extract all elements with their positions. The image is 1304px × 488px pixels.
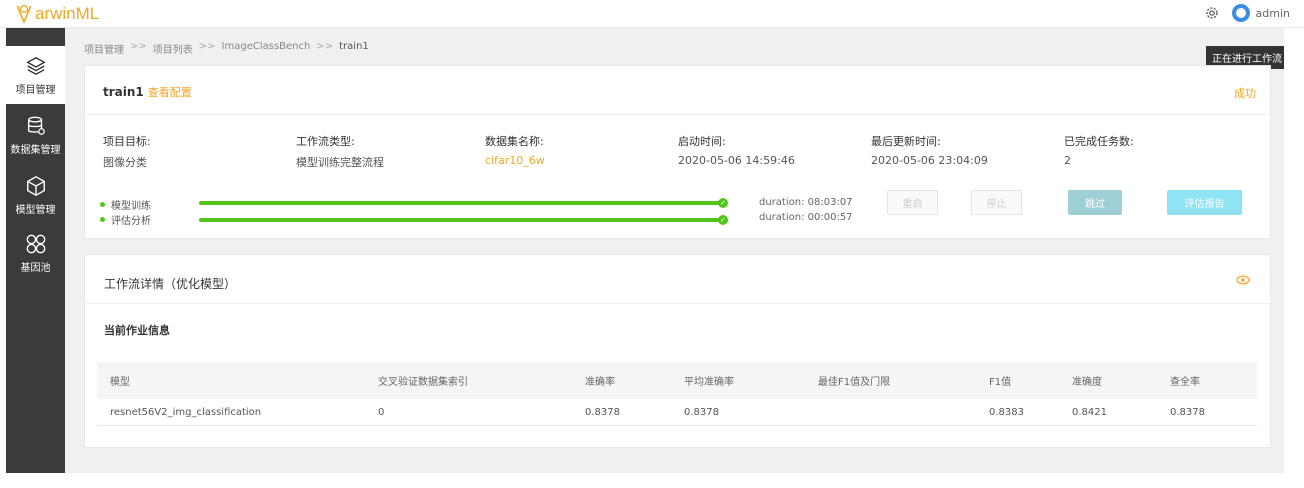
top-bar: arwinML admin bbox=[0, 0, 1304, 28]
divider bbox=[85, 114, 1270, 115]
username[interactable]: admin bbox=[1256, 7, 1290, 20]
progress-bar bbox=[199, 218, 722, 222]
field-label: 数据集名称: bbox=[485, 135, 544, 148]
sidebar-item-label: 模型管理 bbox=[15, 204, 56, 216]
workflow-details-card: 工作流详情（优化模型） 当前作业信息 模型 交叉验证数据集索引 准确率 平均准确… bbox=[84, 254, 1271, 448]
check-icon: ✓ bbox=[718, 215, 728, 225]
sidebar: 项目管理 数据集管理 模型管理 基因池 bbox=[6, 28, 65, 473]
column-header: 查全率 bbox=[1170, 377, 1200, 388]
stage-dot bbox=[100, 217, 105, 222]
stop-button[interactable]: 停止 bbox=[971, 190, 1022, 215]
table-cell: 0.8378 bbox=[585, 406, 620, 418]
database-icon bbox=[27, 116, 45, 135]
breadcrumb: 项目管理 >> 项目列表 >> ImageClassBench >> train… bbox=[84, 41, 369, 56]
sidebar-item-label: 基因池 bbox=[20, 262, 51, 274]
divider bbox=[85, 303, 1270, 304]
status-badge: 成功 bbox=[1234, 87, 1256, 100]
main-content: 项目管理 >> 项目列表 >> ImageClassBench >> train… bbox=[65, 28, 1284, 473]
column-header: 最佳F1值及门限 bbox=[818, 377, 891, 388]
column-header: 准确率 bbox=[585, 377, 615, 388]
check-icon: ✓ bbox=[718, 198, 728, 208]
stage-item: 评估分析 bbox=[100, 212, 151, 227]
sidebar-item-projects[interactable]: 项目管理 bbox=[6, 46, 65, 104]
field-label: 已完成任务数: bbox=[1064, 135, 1134, 148]
field-label: 工作流类型: bbox=[296, 135, 355, 148]
field-value: 2 bbox=[1064, 154, 1071, 167]
eye-icon[interactable] bbox=[1236, 275, 1250, 285]
field-label: 项目目标: bbox=[103, 135, 151, 148]
field-value: 2020-05-06 14:59:46 bbox=[678, 154, 795, 167]
header-actions: admin bbox=[1204, 4, 1290, 22]
table-cell: 0.8421 bbox=[1072, 406, 1107, 418]
sidebar-item-label: 项目管理 bbox=[15, 84, 56, 96]
field-value: 模型训练完整流程 bbox=[296, 156, 384, 169]
column-header: 平均准确率 bbox=[684, 377, 734, 388]
job-title: train1 查看配置 bbox=[103, 84, 192, 100]
table-cell: 0.8378 bbox=[1170, 406, 1205, 418]
skip-button[interactable]: 跳过 bbox=[1068, 190, 1122, 215]
stage-name: 模型训练 bbox=[111, 201, 151, 212]
breadcrumb-item[interactable]: ImageClassBench bbox=[222, 41, 311, 56]
table-cell: 0 bbox=[378, 406, 385, 418]
stage-name: 评估分析 bbox=[111, 216, 151, 227]
breadcrumb-separator: >> bbox=[316, 41, 334, 52]
field-value: 图像分类 bbox=[103, 156, 147, 169]
sidebar-item-gene-pool[interactable]: 基因池 bbox=[6, 224, 65, 282]
dataset-link[interactable]: cifar10_6w bbox=[485, 154, 545, 167]
table-row[interactable]: resnet56V2_img_classification 0 0.8378 0… bbox=[97, 399, 1257, 426]
breadcrumb-item[interactable]: 项目列表 bbox=[153, 41, 193, 56]
logo-bulb-icon bbox=[17, 4, 31, 24]
field-label: 启动时间: bbox=[678, 135, 726, 148]
layers-icon bbox=[25, 56, 46, 75]
column-header: 交叉验证数据集索引 bbox=[378, 377, 468, 388]
eval-report-button[interactable]: 评估报告 bbox=[1167, 190, 1242, 215]
breadcrumb-separator: >> bbox=[130, 41, 147, 52]
progress-bar bbox=[199, 201, 722, 205]
cube-icon bbox=[26, 175, 45, 196]
table-cell: resnet56V2_img_classification bbox=[110, 406, 262, 418]
view-config-link[interactable]: 查看配置 bbox=[148, 86, 192, 99]
breadcrumb-separator: >> bbox=[198, 41, 216, 52]
sidebar-item-label: 数据集管理 bbox=[10, 144, 61, 156]
column-header: F1值 bbox=[989, 377, 1012, 388]
stage-item: 模型训练 bbox=[100, 197, 151, 212]
section-title: 工作流详情（优化模型） bbox=[104, 277, 237, 291]
logo-text: arwinML bbox=[35, 4, 100, 23]
restart-button[interactable]: 重启 bbox=[887, 190, 938, 215]
table-header: 模型 交叉验证数据集索引 准确率 平均准确率 最佳F1值及门限 F1值 准确度 … bbox=[97, 362, 1257, 399]
app-logo[interactable]: arwinML bbox=[14, 2, 99, 26]
sidebar-item-datasets[interactable]: 数据集管理 bbox=[6, 106, 65, 164]
job-summary-card: train1 查看配置 成功 项目目标: 图像分类 工作流类型: 模型训练完整流程… bbox=[84, 65, 1271, 239]
column-header: 准确度 bbox=[1072, 377, 1102, 388]
stage-dot bbox=[100, 202, 105, 207]
stage-duration: duration: 08:03:07 bbox=[759, 197, 853, 208]
current-job-title: 当前作业信息 bbox=[104, 324, 170, 337]
column-header: 模型 bbox=[110, 377, 130, 388]
field-value: 2020-05-06 23:04:09 bbox=[871, 154, 988, 167]
gear-icon[interactable] bbox=[1204, 5, 1220, 21]
breadcrumb-current: train1 bbox=[339, 41, 369, 52]
field-label: 最后更新时间: bbox=[871, 135, 941, 148]
table-cell: 0.8378 bbox=[684, 406, 719, 418]
breadcrumb-item[interactable]: 项目管理 bbox=[84, 41, 124, 56]
job-name: train1 bbox=[103, 85, 144, 99]
gene-pool-icon bbox=[26, 234, 45, 253]
stage-duration: duration: 00:00:57 bbox=[759, 212, 853, 223]
avatar[interactable] bbox=[1231, 4, 1250, 22]
table-cell: 0.8383 bbox=[989, 406, 1024, 418]
sidebar-item-models[interactable]: 模型管理 bbox=[6, 166, 65, 224]
